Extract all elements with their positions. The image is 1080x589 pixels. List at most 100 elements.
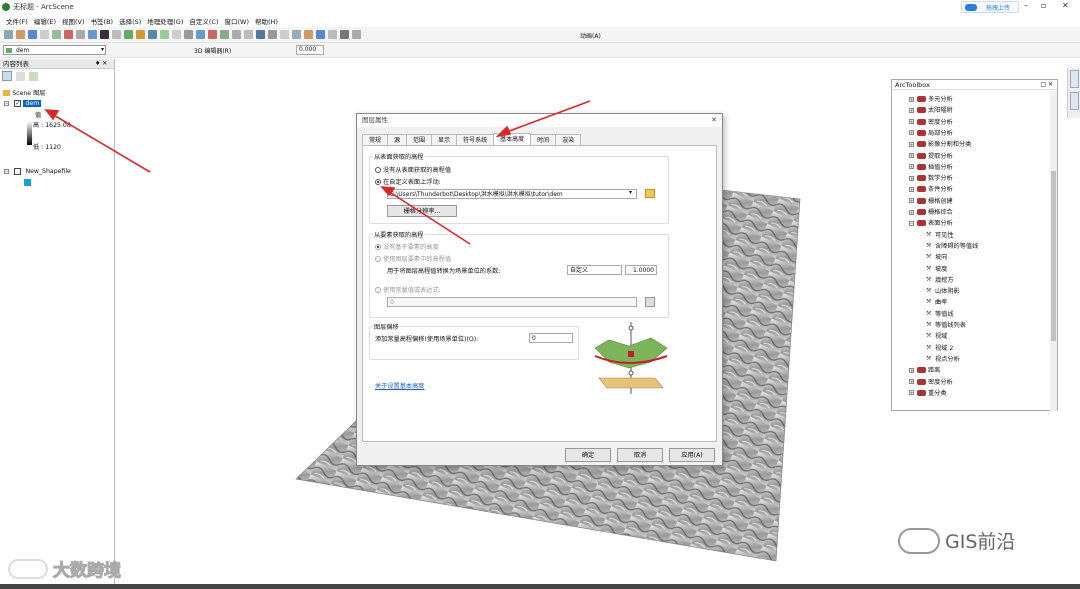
tool-item[interactable]: ⚒ 坡向 [926, 252, 947, 262]
toolbar-tool-icon[interactable] [208, 30, 217, 39]
list-by-visibility-icon[interactable] [29, 72, 39, 81]
toolbar-tool-icon[interactable] [52, 30, 61, 39]
toolset-item[interactable]: + 栅格创建 [909, 196, 953, 205]
surface-path-select[interactable]: C:\Users\Thunderbot\Desktop\洪水模拟\洪水模拟\tu… [387, 189, 637, 199]
minimize-icon[interactable]: – [1024, 1, 1028, 10]
tool-item[interactable]: ⚒ 等值线列表 [926, 320, 966, 330]
expand-toggle[interactable]: + [909, 186, 914, 192]
toolbar-tool-icon[interactable] [160, 30, 169, 39]
toolset-item[interactable]: + 影像分割和分类 [909, 139, 971, 148]
toolbar-tool-icon[interactable] [340, 30, 349, 39]
expand-toggle[interactable]: + [909, 119, 914, 125]
toolbar-tool-icon[interactable] [304, 30, 313, 39]
toolbar-tool-icon[interactable] [124, 30, 133, 39]
menu-item[interactable]: 编辑(E) [34, 16, 56, 26]
toolbar-tool-icon[interactable] [76, 30, 85, 39]
toolbar-tool-icon[interactable] [88, 30, 97, 39]
toolbar-tool-icon[interactable] [292, 30, 301, 39]
layer-name-shapefile[interactable]: New_Shapefile [25, 168, 70, 175]
tool-item[interactable]: ⚒ 视点分析 [926, 354, 960, 363]
tool-item[interactable]: ⚒ 填挖方 [926, 275, 954, 284]
value-field[interactable]: 0.000 [296, 45, 324, 55]
radio-expression[interactable]: 使用常量值或表达式: [375, 285, 441, 294]
dock-tab-icon-2[interactable] [1070, 92, 1079, 110]
dialog-tab[interactable]: 基本高度 [493, 133, 532, 145]
toolbox-close-icon[interactable]: □ ✕ [1040, 81, 1053, 88]
tool-item[interactable]: ⚒ 等值线 [926, 309, 954, 318]
expand-toggle[interactable]: + [909, 141, 914, 147]
toolbar-tool-icon[interactable] [100, 30, 109, 39]
close-icon[interactable]: ✕ [1062, 1, 1069, 10]
toolbar-tool-icon[interactable] [136, 30, 145, 39]
toolbar-tool-icon[interactable] [16, 30, 25, 39]
expand-toggle[interactable]: + [909, 130, 914, 136]
dock-tab-icon[interactable] [1070, 70, 1079, 88]
list-by-source-icon[interactable] [16, 72, 26, 81]
toolbar-tool-icon[interactable] [184, 30, 193, 39]
toolset-item[interactable]: + 距离 [909, 365, 940, 374]
tool-item[interactable]: ⚒ 坡度 [926, 264, 947, 273]
toolset-item[interactable]: + 条件分析 [909, 184, 953, 193]
dialog-tab[interactable]: 常规 [362, 134, 389, 145]
menu-item[interactable]: 自定义(C) [189, 16, 218, 26]
dialog-tab[interactable]: 符号系统 [456, 134, 495, 145]
tool-item[interactable]: ⚒ 曲率 [926, 297, 947, 307]
toolbar-tool-icon[interactable] [112, 30, 121, 39]
expand-toggle[interactable]: − [909, 220, 914, 226]
menu-item[interactable]: 帮助(H) [255, 16, 278, 26]
toolbar-tool-icon[interactable] [28, 30, 37, 39]
list-by-drawing-order-icon[interactable] [2, 71, 12, 81]
cancel-button[interactable]: 取消 [617, 448, 663, 462]
toolbar-tool-icon[interactable] [4, 30, 13, 39]
dialog-tab[interactable]: 显示 [431, 134, 458, 145]
dialog-tab[interactable]: 范围 [406, 134, 433, 145]
toolbar-tool-icon[interactable] [232, 30, 241, 39]
toolset-item[interactable]: + 太阳辐射 [909, 105, 953, 114]
browse-folder-icon[interactable] [645, 189, 655, 198]
expand-toggle[interactable]: + [909, 379, 914, 384]
calculator-icon[interactable] [645, 297, 655, 307]
expand-toggle-shapefile[interactable]: − [4, 168, 9, 174]
tool-item[interactable]: ⚒ 视域 [926, 331, 947, 341]
expand-toggle[interactable]: + [909, 390, 914, 396]
toolset-item[interactable]: + 数学分析 [909, 173, 953, 182]
expand-toggle[interactable]: + [909, 96, 914, 102]
radio-custom-surface[interactable]: 在自定义表面上浮动: [375, 177, 441, 186]
menu-item[interactable]: 窗口(W) [225, 16, 250, 26]
toolset-item[interactable]: + 局部分析 [909, 128, 953, 137]
toolbar-tool-icon[interactable] [244, 30, 253, 39]
toolbar-tool-icon[interactable] [280, 30, 289, 39]
editor-menu[interactable]: 3D 编辑器(R) [194, 46, 231, 55]
toolbar-tool-icon[interactable] [352, 30, 361, 39]
toolset-item[interactable]: + 多元分析 [909, 94, 953, 103]
dialog-tab[interactable]: 时间 [530, 134, 557, 145]
toolbar-tool-icon[interactable] [220, 30, 229, 39]
expand-toggle[interactable]: + [909, 107, 914, 113]
radio-no-surface[interactable]: 没有从表面获取的高程值 [375, 165, 451, 174]
menu-item[interactable]: 地理处理(G) [147, 16, 183, 26]
toolbar-tool-icon[interactable] [64, 30, 73, 39]
offset-input[interactable]: 0 [529, 333, 573, 343]
toolbar-tool-icon[interactable] [256, 30, 265, 39]
layer-checkbox[interactable]: ✓ [14, 99, 22, 107]
toolbar-tool-icon[interactable] [196, 30, 205, 39]
menu-item[interactable]: 书签(B) [91, 16, 114, 26]
radio-no-feature[interactable]: 没有基于要素的高度 [375, 242, 439, 251]
tool-item[interactable]: ⚒ 视域 2 [926, 343, 953, 352]
help-link[interactable]: 关于设置基本高度 [375, 381, 425, 390]
expand-toggle[interactable]: + [909, 153, 914, 158]
menu-item[interactable]: 选择(S) [119, 16, 141, 26]
toolset-item[interactable]: + 密度分析 [909, 377, 953, 386]
toolbar-tool-icon[interactable] [40, 30, 49, 39]
tool-item[interactable]: ⚒ 可见性 [926, 230, 954, 239]
expand-toggle[interactable]: + [909, 367, 914, 373]
menu-item[interactable]: 文件(F) [6, 16, 28, 26]
layer-dropdown[interactable]: dem ▾ [3, 45, 106, 55]
layer-name-dem[interactable]: dem [23, 100, 42, 107]
toolset-item[interactable]: + 重分类 [909, 388, 947, 397]
toolbar-tool-icon[interactable] [148, 30, 157, 39]
expand-toggle[interactable]: + [909, 175, 914, 181]
maximize-icon[interactable]: ▫ [1041, 1, 1046, 10]
dialog-close-icon[interactable]: ✕ [711, 116, 717, 124]
toolset-item[interactable]: + 密度分析 [909, 117, 953, 126]
